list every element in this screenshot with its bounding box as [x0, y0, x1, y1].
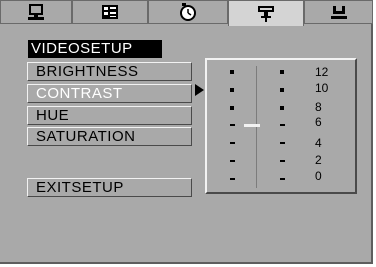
slider-value-label: 4 — [315, 136, 322, 150]
tab-speaker[interactable] — [304, 0, 373, 24]
slider-mark — [280, 88, 284, 92]
menu-item-saturation[interactable]: SATURATION — [27, 127, 192, 146]
slider-mark — [280, 124, 285, 126]
speaker-preference-icon — [330, 6, 347, 19]
slider-mark — [230, 142, 235, 144]
slider-mark — [280, 160, 285, 162]
monitor-icon — [28, 4, 44, 20]
menu-item-hue[interactable]: HUE — [27, 106, 192, 125]
slider-mark — [230, 178, 235, 180]
menu-item-brightness[interactable]: BRIGHTNESS — [27, 62, 192, 81]
clock-icon — [180, 3, 196, 21]
slider-mark — [230, 88, 234, 92]
tab-audio[interactable] — [72, 0, 148, 24]
contrast-slider-panel[interactable]: 12 10 8 6 4 2 0 — [205, 58, 357, 194]
slider-mark — [280, 178, 285, 180]
slider-mark — [280, 142, 285, 144]
slider-mark — [230, 160, 235, 162]
menu-title: VIDEOSETUP — [28, 40, 162, 58]
exit-setup-button[interactable]: EXITSETUP — [27, 178, 192, 197]
slider-mark — [230, 106, 234, 110]
selection-arrow-icon — [195, 84, 204, 96]
slider-mark — [280, 70, 284, 74]
video-settings-icon — [258, 5, 274, 22]
slider-track — [256, 66, 257, 188]
audio-settings-icon — [102, 5, 118, 19]
slider-value-label: 8 — [315, 100, 322, 114]
tab-bar — [0, 0, 373, 26]
slider-mark — [280, 106, 284, 110]
slider-value-label: 0 — [315, 169, 322, 183]
setup-window: VIDEOSETUP BRIGHTNESS CONTRAST HUE SATUR… — [0, 0, 373, 264]
slider-mark — [230, 124, 235, 126]
slider-value-label: 12 — [315, 65, 329, 79]
tab-video[interactable] — [228, 0, 304, 26]
tab-general[interactable] — [0, 0, 72, 24]
slider-value-label: 10 — [315, 81, 329, 95]
menu-item-contrast[interactable]: CONTRAST — [27, 84, 192, 103]
slider-mark — [230, 70, 234, 74]
slider-value-label: 6 — [315, 115, 322, 129]
slider-value-label: 2 — [315, 153, 322, 167]
slider-handle[interactable] — [244, 124, 260, 127]
tab-time[interactable] — [148, 0, 228, 24]
